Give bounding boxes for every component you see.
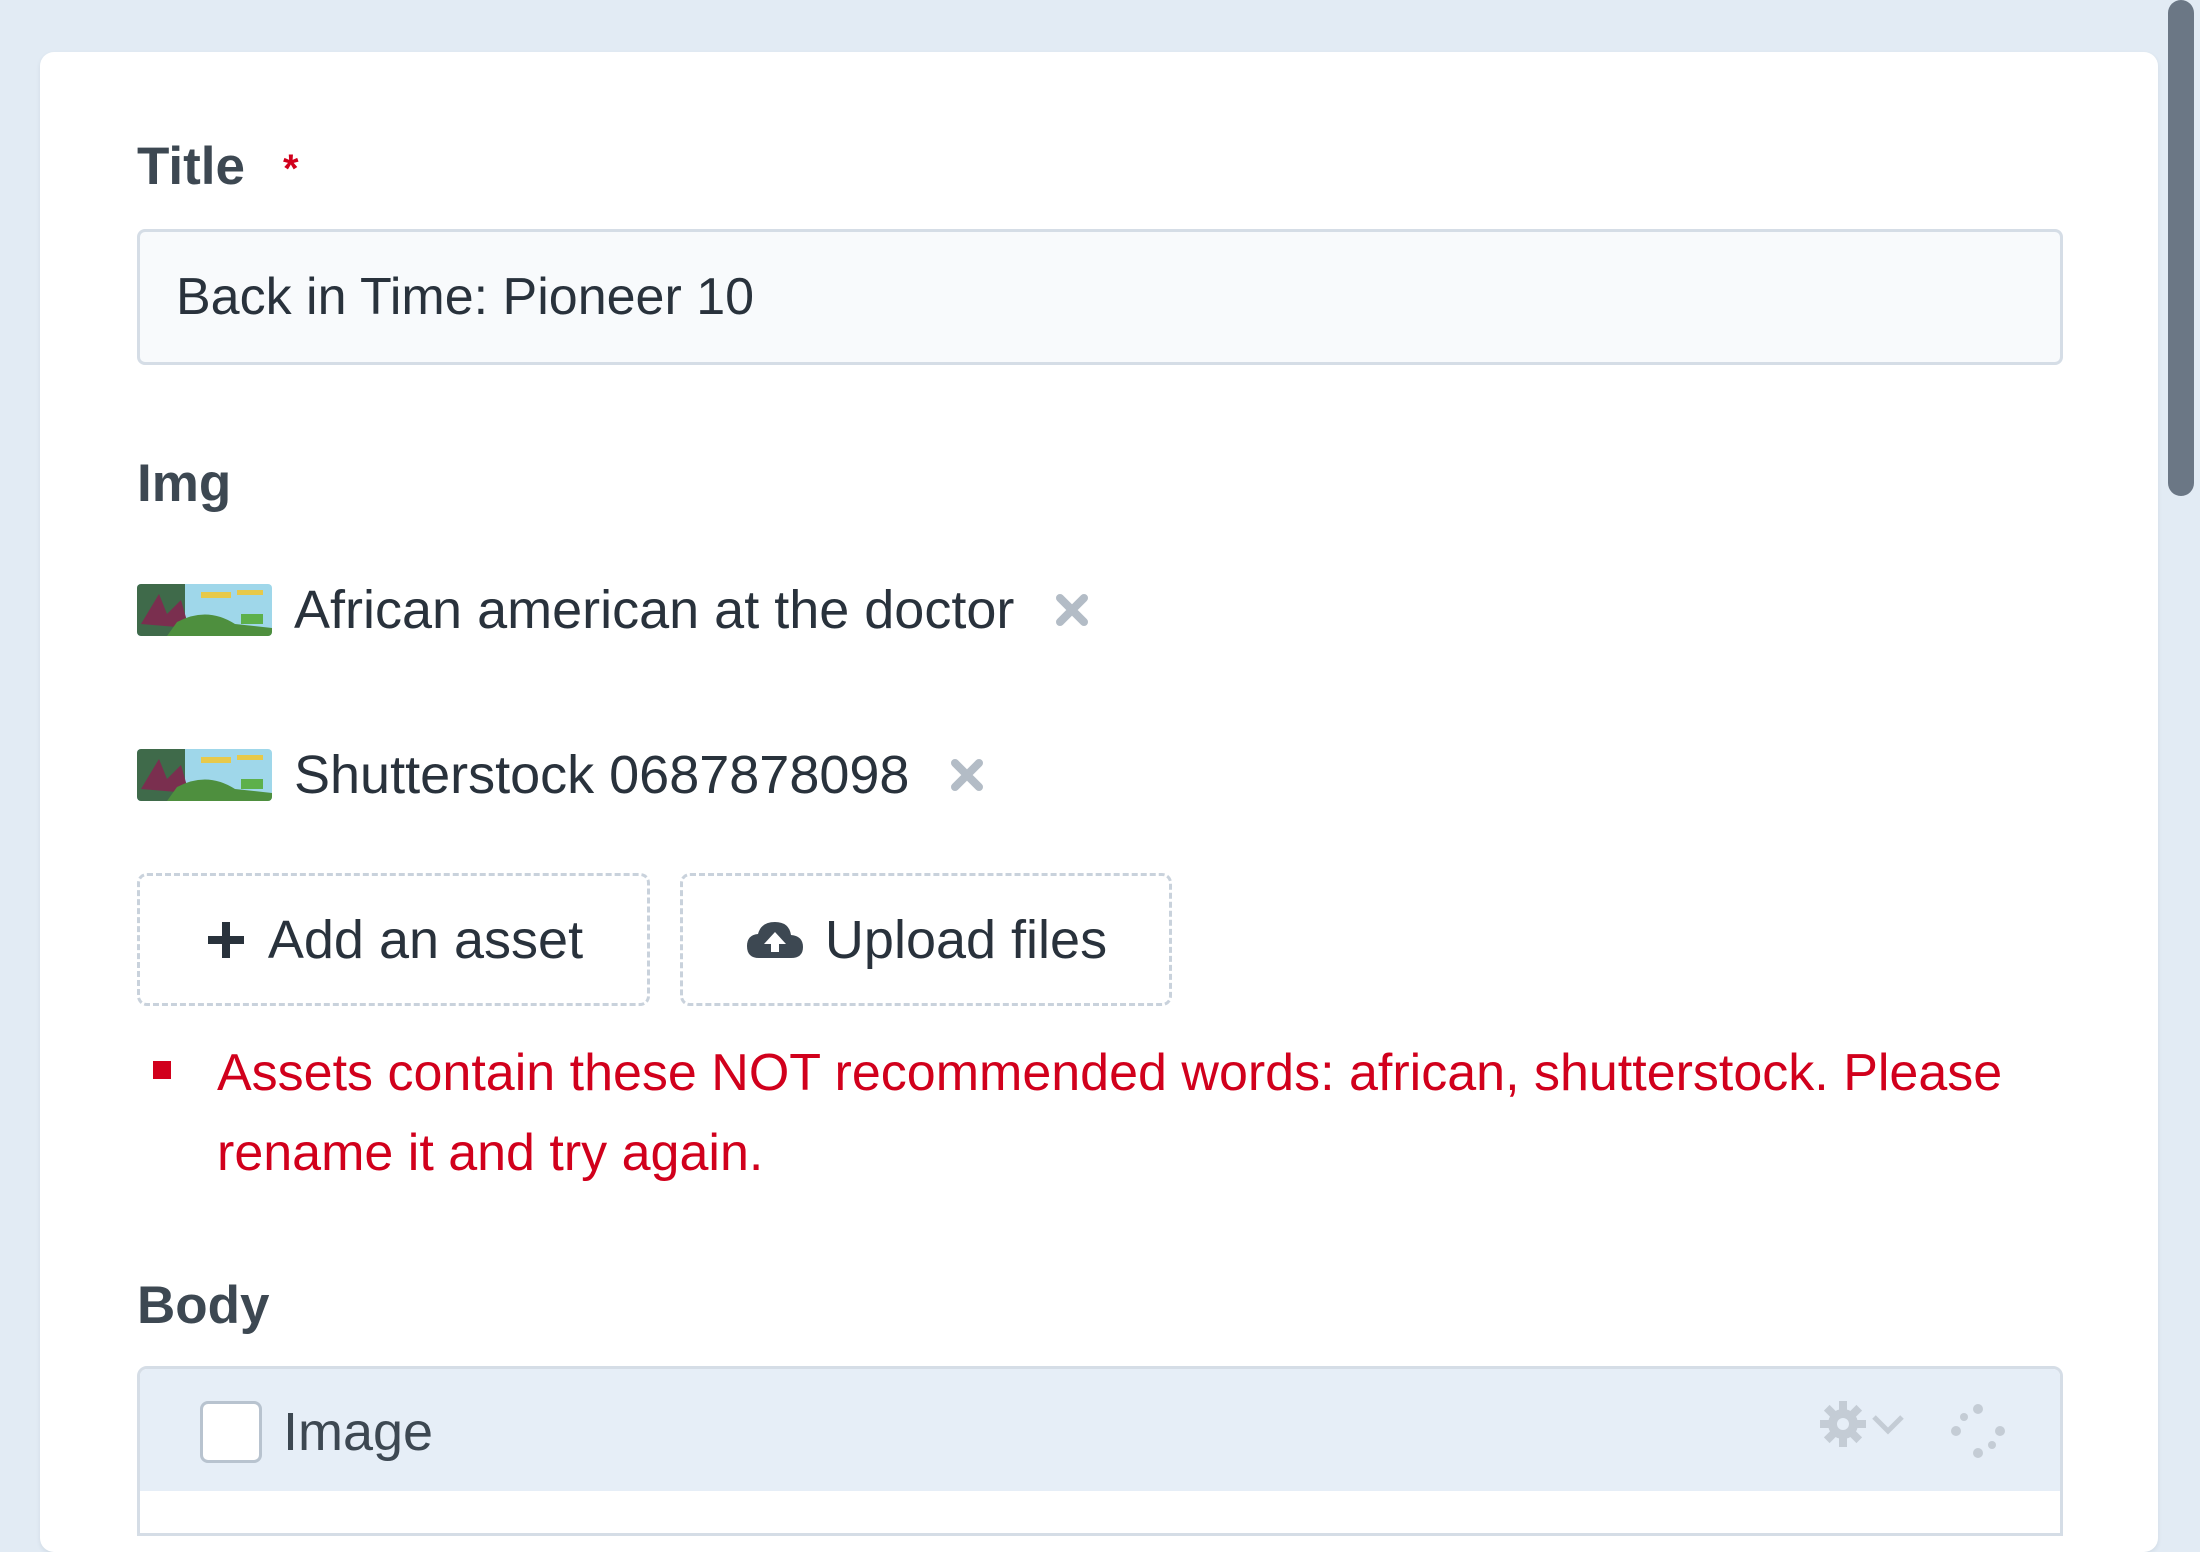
cloud-upload-icon — [745, 918, 805, 962]
image-thumbnail-icon[interactable] — [137, 584, 272, 636]
asset-item: African american at the doctor — [137, 580, 1092, 640]
close-icon[interactable] — [1052, 590, 1092, 630]
img-label: Img — [137, 454, 232, 513]
upload-files-label: Upload files — [824, 909, 1108, 970]
error-bullet — [153, 1061, 171, 1079]
error-message: Assets contain these NOT recommended wor… — [217, 1044, 2003, 1182]
body-label: Body — [137, 1276, 270, 1335]
drag-handle-icon[interactable] — [1950, 1403, 2006, 1464]
block-label: Image — [283, 1402, 434, 1462]
title-input[interactable] — [137, 229, 2063, 365]
upload-files-button[interactable]: Upload files — [680, 873, 1172, 1006]
body-editor: Image — [137, 1366, 2063, 1536]
block-settings-dropdown[interactable] — [1818, 1399, 1908, 1454]
block-header: Image — [140, 1369, 2060, 1491]
close-icon[interactable] — [947, 755, 987, 795]
image-thumbnail-icon[interactable] — [137, 749, 272, 801]
scrollbar-thumb[interactable] — [2168, 0, 2194, 496]
add-asset-label: Add an asset — [267, 909, 584, 970]
asset-name[interactable]: African american at the doctor — [294, 579, 1014, 641]
title-label: Title — [137, 137, 245, 196]
add-asset-button[interactable]: Add an asset — [137, 873, 650, 1006]
required-marker: * — [283, 147, 299, 191]
chevron-down-icon — [1868, 1409, 1908, 1444]
plus-icon — [204, 918, 248, 962]
block-checkbox[interactable] — [200, 1401, 262, 1463]
gear-icon — [1818, 1399, 1868, 1454]
asset-item: Shutterstock 0687878098 — [137, 745, 987, 805]
asset-name[interactable]: Shutterstock 0687878098 — [294, 744, 909, 806]
